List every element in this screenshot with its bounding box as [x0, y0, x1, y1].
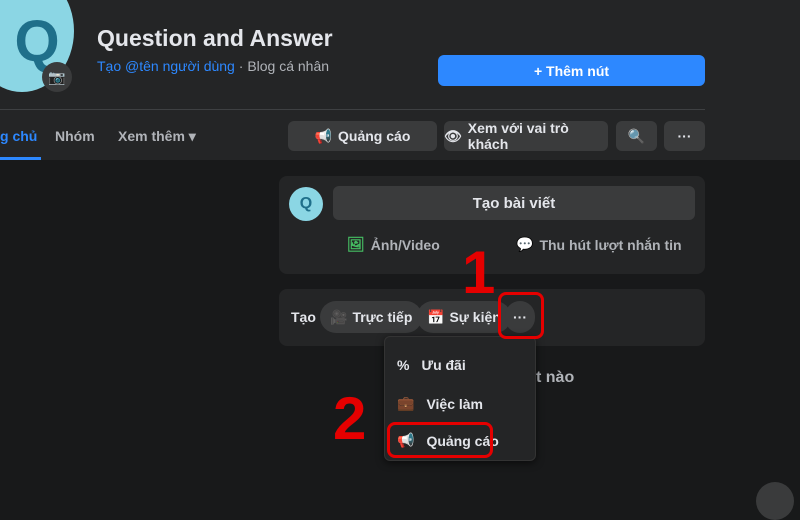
messages-label: Thu hút lượt nhắn tin: [539, 236, 682, 253]
megaphone-icon: 📢: [314, 127, 333, 144]
search-icon: 🔍: [627, 127, 646, 144]
live-label: Trực tiếp: [352, 309, 413, 325]
briefcase-icon: 💼: [397, 395, 415, 411]
camera-icon[interactable]: 📷: [42, 62, 72, 92]
ads-button[interactable]: 📢 Quảng cáo: [288, 121, 437, 151]
highlight-more-button: [498, 292, 544, 339]
search-button[interactable]: 🔍: [616, 121, 657, 151]
active-tab-indicator: [0, 157, 41, 160]
create-username-link[interactable]: Tạo @tên người dùng: [97, 58, 235, 74]
page-header: Q 📷 Question and Answer Tạo @tên người d…: [0, 0, 800, 160]
step-2-label: 2: [333, 385, 367, 452]
add-button[interactable]: + Thêm nút: [438, 55, 705, 86]
tab-home[interactable]: g chủ: [0, 128, 37, 144]
floating-button[interactable]: [756, 482, 794, 520]
job-label: Việc làm: [426, 395, 483, 412]
composer-avatar: Q: [289, 187, 323, 221]
calendar-icon: 📅: [427, 308, 445, 325]
photo-icon: 🖼: [347, 236, 365, 252]
live-button[interactable]: 🎥 Trực tiếp: [320, 301, 423, 333]
messages-button[interactable]: 💬 Thu hút lượt nhắn tin: [516, 236, 682, 253]
create-post-input[interactable]: Tạo bài viết: [333, 186, 695, 220]
separator: ·: [234, 58, 248, 74]
create-label: Tạo: [291, 309, 316, 325]
tab-groups[interactable]: Nhóm: [55, 128, 95, 144]
more-button[interactable]: ···: [664, 121, 705, 151]
menu-item-job[interactable]: 💼 Việc làm: [397, 395, 483, 412]
menu-item-offer[interactable]: % Ưu đãi: [397, 357, 466, 373]
event-label: Sự kiện: [449, 309, 501, 325]
page-title: Question and Answer: [97, 25, 333, 51]
ads-label: Quảng cáo: [338, 128, 411, 144]
step-1-label: 1: [462, 239, 496, 306]
percent-icon: %: [397, 357, 410, 373]
background-text: t nào: [536, 369, 575, 386]
messenger-icon: 💬: [516, 236, 534, 252]
view-as-button[interactable]: 👁 Xem với vai trò khách: [444, 120, 608, 152]
tab-more[interactable]: Xem thêm ▾: [118, 128, 196, 145]
divider: [0, 109, 705, 110]
highlight-ads-item: [387, 422, 493, 458]
offer-label: Ưu đãi: [421, 357, 466, 373]
photo-video-button[interactable]: 🖼 Ảnh/Video: [347, 236, 440, 253]
eye-icon: 👁: [444, 127, 462, 144]
page-category: Blog cá nhân: [247, 58, 330, 74]
video-icon: 🎥: [330, 308, 348, 325]
view-as-label: Xem với vai trò khách: [467, 120, 569, 152]
page-subtitle: Tạo @tên người dùng · Blog cá nhân: [97, 58, 329, 74]
photo-label: Ảnh/Video: [370, 236, 440, 253]
